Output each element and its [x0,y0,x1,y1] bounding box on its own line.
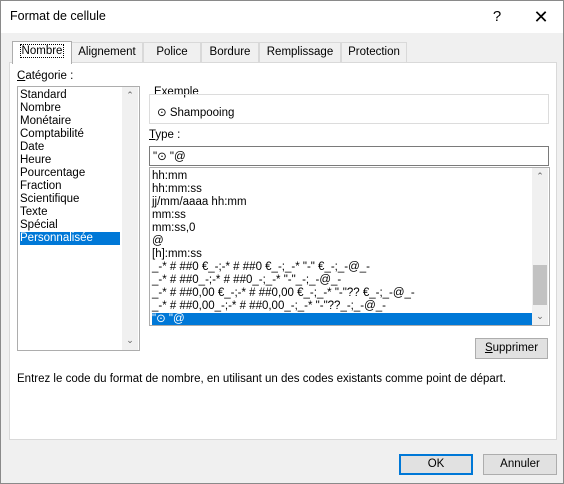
tab-alignement[interactable]: Alignement [71,42,143,63]
category-item-special[interactable]: Spécial [20,219,120,232]
type-item[interactable]: _-* # ##0,00_-;-* # ##0,00_-;_-* "-"??_-… [152,300,532,313]
type-scrollbar[interactable]: ⌃ ⌄ [532,168,548,325]
cancel-button[interactable]: Annuler [483,454,557,475]
type-item-selected[interactable]: "⊙ "@ [152,313,532,325]
help-text: Entrez le code du format de nombre, en u… [17,373,507,385]
category-item-nombre[interactable]: Nombre [20,102,120,115]
category-item-personnalisee[interactable]: Personnalisée [20,232,120,245]
tab-panel-nombre: Catégorie : Standard Nombre Monétaire Co… [9,62,557,440]
type-item[interactable]: _-* # ##0 €_-;-* # ##0 €_-;_-* "-" €_-;_… [152,261,532,274]
delete-button[interactable]: Supprimer [475,338,548,359]
sample-value: ⊙ Shampooing [157,107,235,119]
tab-nombre[interactable]: Nombre [12,41,72,64]
category-item-date[interactable]: Date [20,141,120,154]
scroll-thumb[interactable] [533,265,547,305]
type-item[interactable]: @ [152,235,532,248]
title-bar: Format de cellule ? ✕ [1,1,563,33]
category-item-heure[interactable]: Heure [20,154,120,167]
sample-group: ⊙ Shampooing [149,94,549,124]
type-item[interactable]: _-* # ##0_-;-* # ##0_-;_-* "-"_-;_-@_- [152,274,532,287]
tab-protection[interactable]: Protection [341,42,407,63]
category-item-monetaire[interactable]: Monétaire [20,115,120,128]
category-scrollbar[interactable]: ⌃ ⌄ [122,87,138,350]
type-listbox[interactable]: hh:mm hh:mm:ss jj/mm/aaaa hh:mm mm:ss mm… [149,167,550,326]
type-input-value: "⊙ "@ [153,151,186,163]
scroll-down-arrow-icon[interactable]: ⌄ [122,332,138,348]
category-item-scientifique[interactable]: Scientifique [20,193,120,206]
type-item[interactable]: jj/mm/aaaa hh:mm [152,196,532,209]
type-label: Type : [149,129,181,141]
tab-bordure[interactable]: Bordure [201,42,259,63]
scroll-up-arrow-icon[interactable]: ⌃ [122,87,138,103]
scroll-down-arrow-icon[interactable]: ⌄ [532,308,548,324]
type-item[interactable]: [h]:mm:ss [152,248,532,261]
category-label: Catégorie : [17,70,74,82]
help-button[interactable]: ? [475,1,519,33]
category-item-pourcentage[interactable]: Pourcentage [20,167,120,180]
category-item-texte[interactable]: Texte [20,206,120,219]
category-item-fraction[interactable]: Fraction [20,180,120,193]
scroll-up-arrow-icon[interactable]: ⌃ [532,168,548,184]
type-item[interactable]: hh:mm:ss [152,183,532,196]
type-item[interactable]: hh:mm [152,170,532,183]
type-item[interactable]: mm:ss [152,209,532,222]
type-item[interactable]: _-* # ##0,00 €_-;-* # ##0,00 €_-;_-* "-"… [152,287,532,300]
close-button[interactable]: ✕ [519,1,563,33]
category-item-comptabilite[interactable]: Comptabilité [20,128,120,141]
category-listbox[interactable]: Standard Nombre Monétaire Comptabilité D… [17,86,140,351]
category-item-standard[interactable]: Standard [20,89,120,102]
dialog-title: Format de cellule [10,9,106,23]
format-cells-dialog: Format de cellule ? ✕ Nombre Alignement … [0,0,564,484]
type-item[interactable]: mm:ss,0 [152,222,532,235]
tab-remplissage[interactable]: Remplissage [259,42,341,63]
ok-button[interactable]: OK [399,454,473,475]
tab-police[interactable]: Police [143,42,201,63]
type-input[interactable]: "⊙ "@ [149,146,549,166]
